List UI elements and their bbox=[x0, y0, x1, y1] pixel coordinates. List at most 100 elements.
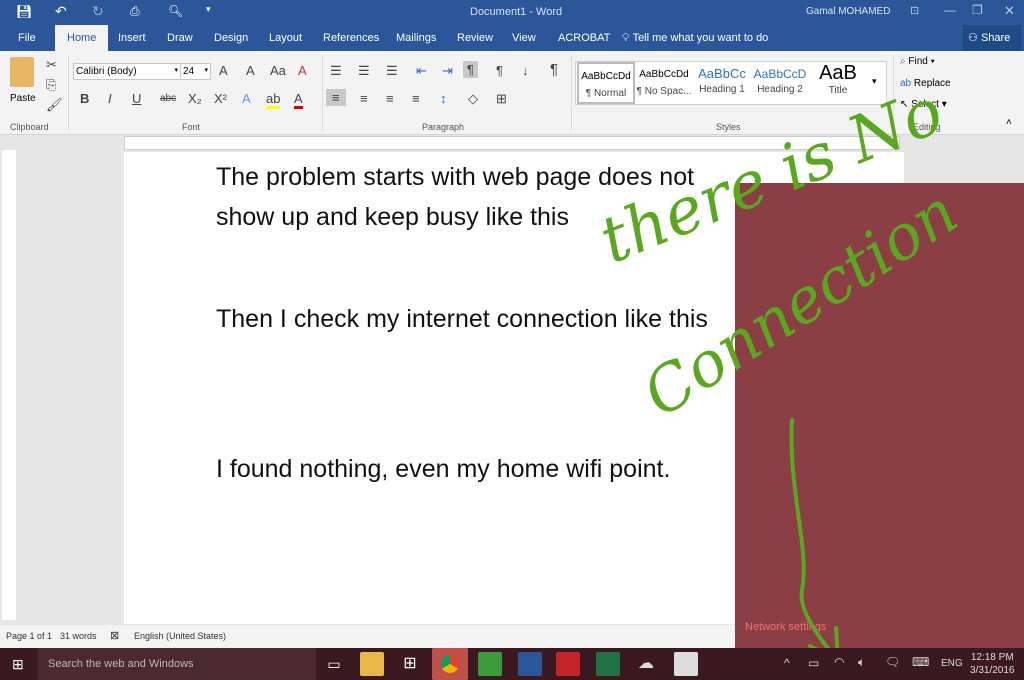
chrome-icon[interactable] bbox=[432, 648, 468, 680]
text-effects-icon[interactable]: A bbox=[242, 91, 251, 106]
tab-home[interactable]: Home bbox=[55, 25, 109, 51]
action-center-icon[interactable]: 🗨︎ bbox=[885, 655, 900, 669]
user-name[interactable]: Gamal MOHAMED bbox=[806, 6, 890, 17]
tab-mailings[interactable]: Mailings bbox=[386, 25, 446, 51]
share-button[interactable]: ⚇ Share bbox=[963, 25, 1021, 51]
battery-icon[interactable]: ▭ bbox=[808, 656, 819, 670]
styles-gallery: AaBbCcDd ¶ Normal AaBbCcDd ¶ No Spac... Aa… bbox=[575, 61, 887, 105]
task-view-icon[interactable]: ▭ bbox=[322, 652, 346, 676]
minimize-button[interactable]: — bbox=[944, 3, 956, 17]
rtl-icon[interactable]: ¶ bbox=[496, 63, 503, 78]
word-icon[interactable] bbox=[518, 652, 542, 676]
font-size-select[interactable]: 24 ▾ bbox=[180, 63, 211, 80]
ribbon-display-icon[interactable]: ⊡ bbox=[910, 4, 919, 17]
tab-design[interactable]: Design bbox=[204, 25, 258, 51]
align-left-icon[interactable]: ≡ bbox=[326, 89, 346, 106]
start-button[interactable]: ⊞ bbox=[12, 656, 24, 673]
style-name: ¶ Normal bbox=[585, 88, 627, 99]
cut-icon[interactable]: ✂ bbox=[46, 57, 57, 73]
search-box[interactable]: Search the web and Windows bbox=[38, 648, 316, 680]
style-title[interactable]: AaB Title bbox=[809, 62, 867, 104]
customize-qat-icon[interactable]: ▾ bbox=[206, 4, 211, 15]
save-icon[interactable]: 💾︎ bbox=[16, 4, 33, 20]
multilevel-list-icon[interactable]: ☰ bbox=[386, 63, 398, 79]
style-no-spacing[interactable]: AaBbCcDd ¶ No Spac... bbox=[635, 62, 693, 104]
style-heading-2[interactable]: AaBbCcD Heading 2 bbox=[751, 62, 809, 104]
styles-more-icon[interactable]: ▾ bbox=[872, 76, 877, 87]
keyboard-icon[interactable]: ⌨ bbox=[912, 655, 929, 669]
undo-icon[interactable]: ↶ bbox=[55, 3, 67, 20]
clock-date: 3/31/2016 bbox=[970, 665, 1015, 676]
language-indicator[interactable]: ENG bbox=[941, 658, 963, 669]
tab-draw[interactable]: Draw bbox=[157, 25, 203, 51]
tab-file[interactable]: File bbox=[8, 25, 46, 51]
wifi-icon[interactable]: ◠ bbox=[834, 655, 844, 669]
print-icon[interactable]: ⎙ bbox=[130, 4, 140, 19]
borders-icon[interactable]: ⊞ bbox=[496, 91, 507, 107]
restore-button[interactable]: ❐ bbox=[972, 3, 983, 17]
store-icon[interactable]: ⊞ bbox=[398, 652, 422, 676]
highlight-icon[interactable]: ab bbox=[266, 91, 281, 109]
word-count[interactable]: 31 words bbox=[60, 631, 97, 641]
acrobat-icon[interactable] bbox=[556, 652, 580, 676]
file-explorer-icon[interactable] bbox=[360, 652, 384, 676]
find-button[interactable]: ⌕ Find ▾ bbox=[900, 56, 935, 67]
font-color-icon[interactable]: A bbox=[294, 91, 303, 109]
app-icon[interactable]: ☁ bbox=[634, 652, 658, 676]
increase-indent-icon[interactable]: ⇥ bbox=[442, 63, 453, 79]
underline-icon[interactable]: U bbox=[132, 91, 141, 106]
photos-icon[interactable] bbox=[674, 652, 698, 676]
tell-me-search[interactable]: 💡︎ Tell me what you want to do bbox=[612, 25, 778, 51]
clock[interactable]: 12:18 PM 3/31/2016 bbox=[970, 651, 1015, 677]
align-right-icon[interactable]: ≡ bbox=[386, 91, 394, 106]
font-name-select[interactable]: Calibri (Body) ▾ bbox=[73, 63, 181, 80]
show-formatting-icon[interactable]: ¶ bbox=[550, 61, 558, 78]
italic-icon[interactable]: I bbox=[108, 91, 112, 106]
tab-layout[interactable]: Layout bbox=[259, 25, 312, 51]
style-normal[interactable]: AaBbCcDd ¶ Normal bbox=[577, 62, 635, 104]
volume-icon[interactable]: 🔈︎ bbox=[858, 655, 865, 670]
bold-icon[interactable]: B bbox=[80, 91, 89, 106]
line-spacing-icon[interactable]: ↕ bbox=[440, 91, 447, 106]
paste-button[interactable]: Paste bbox=[10, 93, 36, 104]
shrink-font-icon[interactable]: A bbox=[246, 63, 255, 78]
copy-icon[interactable]: ⎘ bbox=[46, 77, 56, 93]
taskbar: ⊞ Search the web and Windows ▭ ⊞ ☁ ^ ▭ ◠… bbox=[0, 648, 1024, 680]
numbering-icon[interactable]: ☰ bbox=[358, 63, 370, 79]
tab-references[interactable]: References bbox=[313, 25, 389, 51]
tab-view[interactable]: View bbox=[502, 25, 546, 51]
clipboard-group-label: Clipboard bbox=[10, 122, 49, 132]
show-hidden-icons[interactable]: ^ bbox=[784, 656, 790, 670]
center-icon[interactable]: ≡ bbox=[360, 91, 368, 106]
share-label: Share bbox=[980, 32, 1011, 44]
print-preview-icon[interactable]: 🔍︎ bbox=[168, 4, 183, 18]
format-painter-icon[interactable]: 🖌︎ bbox=[46, 97, 63, 113]
proofing-icon[interactable]: ⊠ bbox=[110, 629, 119, 642]
tab-review[interactable]: Review bbox=[447, 25, 503, 51]
tab-insert[interactable]: Insert bbox=[108, 25, 156, 51]
collapse-ribbon-icon[interactable]: ˄ bbox=[1006, 117, 1012, 128]
decrease-indent-icon[interactable]: ⇤ bbox=[416, 63, 427, 79]
ltr-icon[interactable]: ¶ bbox=[463, 61, 478, 78]
close-button[interactable]: ✕ bbox=[1004, 3, 1015, 19]
excel-icon[interactable] bbox=[596, 652, 620, 676]
bullets-icon[interactable]: ☰ bbox=[330, 63, 342, 79]
change-case-icon[interactable]: Aa bbox=[270, 63, 286, 78]
page-count[interactable]: Page 1 of 1 bbox=[6, 631, 52, 641]
subscript-icon[interactable]: X₂ bbox=[188, 91, 202, 106]
paste-icon[interactable] bbox=[10, 57, 34, 87]
lightbulb-icon: 💡︎ bbox=[622, 32, 630, 44]
clear-formatting-icon[interactable]: A bbox=[298, 63, 307, 78]
language[interactable]: English (United States) bbox=[134, 631, 226, 641]
style-heading-1[interactable]: AaBbCc Heading 1 bbox=[693, 62, 751, 104]
grow-font-icon[interactable]: A bbox=[219, 63, 228, 78]
sort-icon[interactable]: ↓ bbox=[522, 63, 529, 78]
justify-icon[interactable]: ≡ bbox=[412, 91, 420, 106]
tab-acrobat[interactable]: ACROBAT bbox=[548, 25, 620, 51]
superscript-icon[interactable]: X² bbox=[214, 91, 227, 106]
strikethrough-icon[interactable]: abc bbox=[160, 93, 176, 104]
sway-icon[interactable] bbox=[478, 652, 502, 676]
shading-icon[interactable]: ◇ bbox=[468, 91, 478, 107]
redo-icon[interactable]: ↻ bbox=[92, 3, 104, 20]
vertical-ruler[interactable] bbox=[2, 150, 16, 620]
